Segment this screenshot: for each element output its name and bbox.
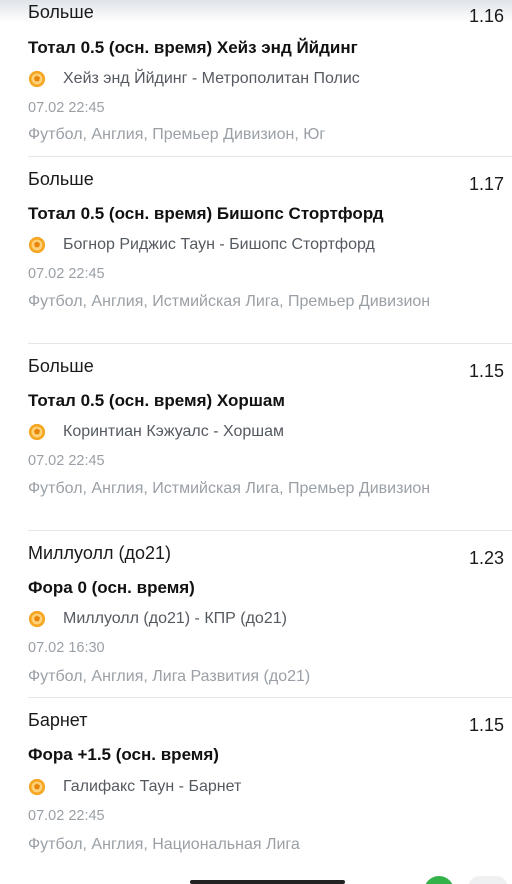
- match-name: Миллуолл (до21) - КПР (до21): [63, 610, 287, 627]
- match-name: Хейз энд Ййдинг - Метрополитан Полис: [63, 70, 360, 87]
- bet-item[interactable]: Миллуолл (до21) 1.23 Фора 0 (осн. время)…: [0, 531, 512, 698]
- odds-value[interactable]: 1.17: [469, 174, 504, 195]
- bet-coupon-screen: Больше 1.16 Тотал 0.5 (осн. время) Хейз …: [0, 0, 512, 884]
- match-name: Богнор Риджис Таун - Бишопс Стортфорд: [63, 236, 375, 253]
- bet-item[interactable]: Больше 1.17 Тотал 0.5 (осн. время) Бишоп…: [0, 157, 512, 344]
- league-path: Футбол, Англия, Истмийская Лига, Премьер…: [28, 480, 431, 497]
- bet-item[interactable]: Барнет 1.15 Фора +1.5 (осн. время) Галиф…: [0, 698, 512, 870]
- market-title: Тотал 0.5 (осн. время) Хейз энд Ййдинг: [28, 38, 358, 57]
- football-icon: [28, 778, 46, 796]
- football-icon: [28, 610, 46, 628]
- nav-handle[interactable]: [190, 880, 345, 884]
- match-name: Коринтиан Кэжуалс - Хоршам: [63, 423, 284, 440]
- event-datetime: 07.02 22:45: [28, 453, 105, 469]
- market-title: Фора 0 (осн. время): [28, 578, 195, 597]
- market-title: Фора +1.5 (осн. время): [28, 745, 219, 764]
- market-title: Тотал 0.5 (осн. время) Бишопс Стортфорд: [28, 204, 384, 223]
- event-datetime: 07.02 22:45: [28, 100, 105, 116]
- match-row: Хейз энд Ййдинг - Метрополитан Полис: [28, 68, 360, 90]
- market-title: Тотал 0.5 (осн. время) Хоршам: [28, 391, 285, 410]
- outcome-label: Больше: [28, 2, 94, 22]
- odds-value[interactable]: 1.15: [469, 715, 504, 736]
- match-row: Коринтиан Кэжуалс - Хоршам: [28, 421, 284, 443]
- outcome-label: Барнет: [28, 710, 88, 730]
- match-name: Галифакс Таун - Барнет: [63, 778, 242, 795]
- event-datetime: 07.02 22:45: [28, 808, 105, 824]
- match-row: Миллуолл (до21) - КПР (до21): [28, 608, 287, 630]
- league-path: Футбол, Англия, Национальная Лига: [28, 836, 300, 853]
- football-icon: [28, 236, 46, 254]
- match-row: Богнор Риджис Таун - Бишопс Стортфорд: [28, 234, 375, 256]
- football-icon: [28, 70, 46, 88]
- event-datetime: 07.02 16:30: [28, 640, 105, 656]
- league-path: Футбол, Англия, Истмийская Лига, Премьер…: [28, 293, 431, 310]
- odds-value[interactable]: 1.15: [469, 361, 504, 382]
- odds-value[interactable]: 1.23: [469, 548, 504, 569]
- league-path: Футбол, Англия, Премьер Дивизион, Юг: [28, 126, 326, 143]
- match-row: Галифакс Таун - Барнет: [28, 776, 241, 798]
- outcome-label: Миллуолл (до21): [28, 543, 171, 563]
- bet-item[interactable]: Больше 1.16 Тотал 0.5 (осн. время) Хейз …: [0, 0, 512, 157]
- football-icon: [28, 423, 46, 441]
- odds-value[interactable]: 1.16: [469, 6, 504, 27]
- event-datetime: 07.02 22:45: [28, 266, 105, 282]
- league-path: Футбол, Англия, Лига Развития (до21): [28, 668, 311, 685]
- secondary-action-button[interactable]: [468, 876, 508, 884]
- outcome-label: Больше: [28, 169, 94, 189]
- outcome-label: Больше: [28, 356, 94, 376]
- bet-item[interactable]: Больше 1.15 Тотал 0.5 (осн. время) Хорша…: [0, 344, 512, 531]
